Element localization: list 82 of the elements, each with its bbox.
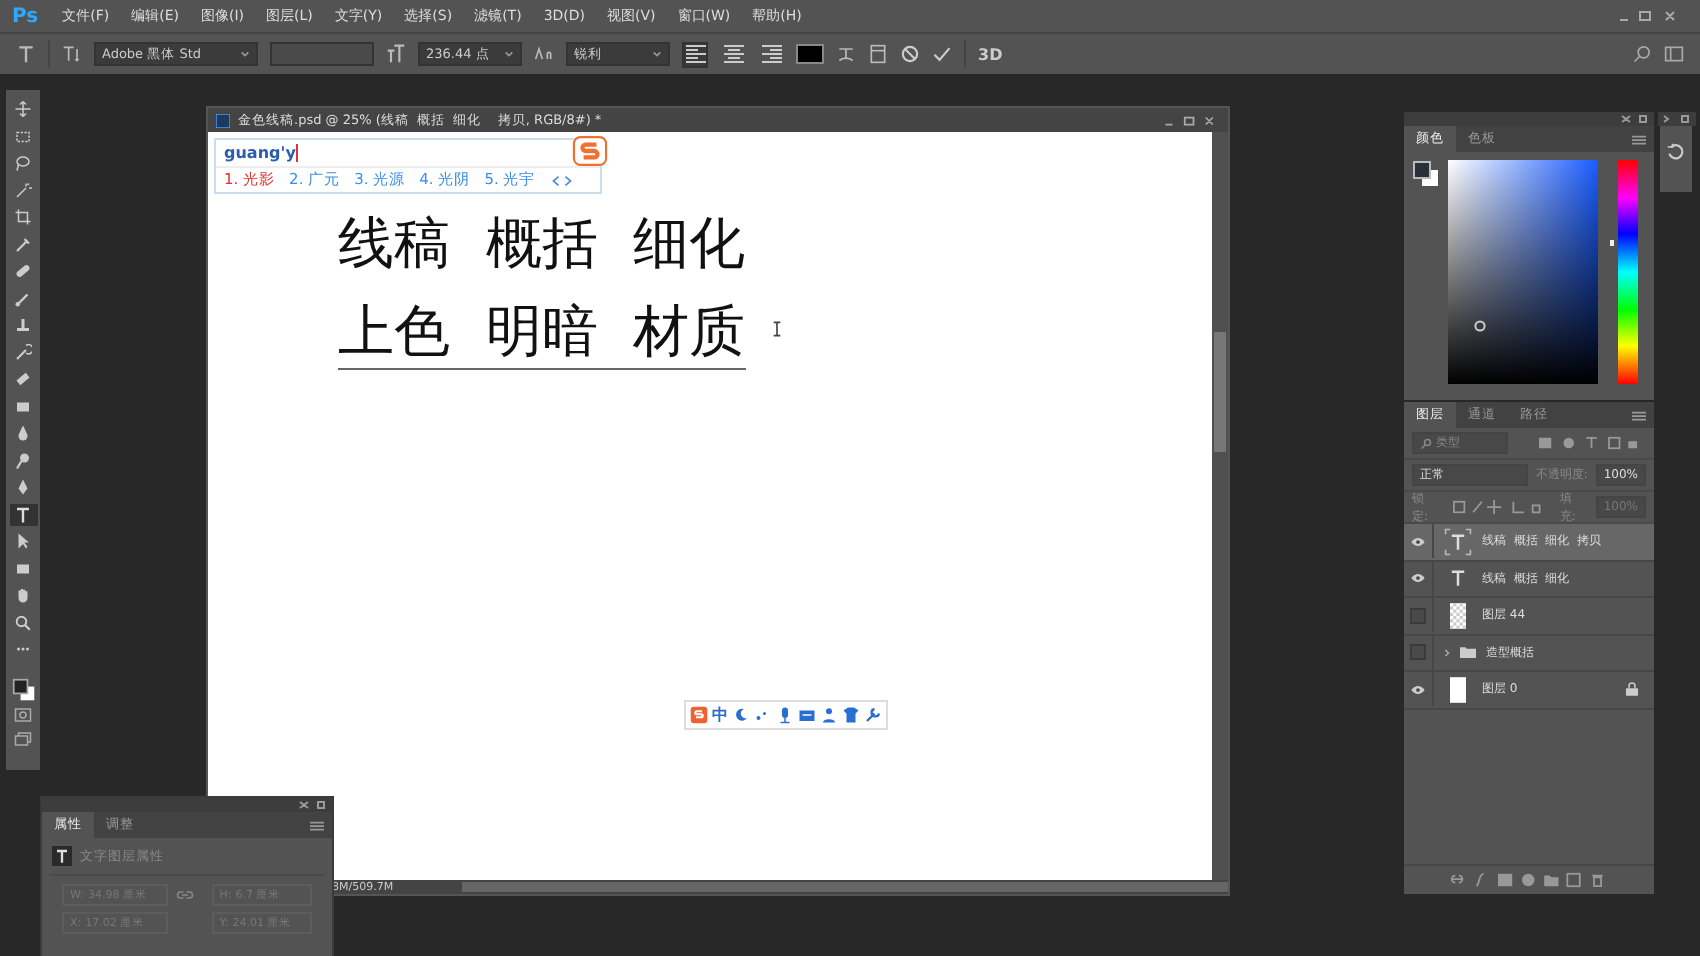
panel-menu-icon[interactable] [1632, 409, 1646, 421]
microphone-icon[interactable] [776, 706, 794, 724]
panel-controls-icon[interactable] [1661, 114, 1689, 124]
ime-mode-toggle[interactable]: 中 [712, 704, 728, 726]
panel-menu-icon[interactable] [1632, 133, 1646, 145]
text-orientation-icon[interactable] [62, 44, 82, 64]
caret-icon[interactable] [504, 50, 514, 58]
history-icon[interactable] [1666, 142, 1686, 162]
vertical-scrollbar[interactable] [1212, 132, 1228, 880]
panel-icon[interactable] [868, 44, 888, 64]
canvas-text: 线稿 概括 细化 [338, 208, 746, 280]
marquee-tool-icon[interactable] [14, 127, 32, 145]
shape-tool-icon[interactable] [14, 559, 32, 577]
align-left-button[interactable] [682, 41, 708, 67]
wand-tool-icon[interactable] [14, 181, 32, 199]
page-arrows-icon[interactable] [549, 173, 574, 187]
quick-mask-icon[interactable] [14, 706, 32, 724]
color-picker-ring[interactable] [1474, 320, 1486, 332]
layer-thumbnail [1450, 675, 1466, 704]
panel-menu-icon[interactable] [310, 819, 324, 831]
horizontal-scrollbar[interactable] [461, 882, 1228, 892]
screen-mode-icon[interactable] [14, 729, 32, 747]
checker-thumbnail [1450, 601, 1466, 630]
text-layer-thumbnail [1444, 527, 1472, 556]
tool-slot[interactable] [9, 503, 37, 525]
eraser-tool-icon[interactable] [14, 370, 32, 388]
search-icon [1420, 437, 1432, 449]
search-icon[interactable] [1632, 44, 1652, 64]
text-layer-icon [52, 846, 72, 866]
commit-check-icon[interactable] [932, 44, 952, 64]
shirt-icon[interactable] [842, 706, 860, 724]
visibility-toggle[interactable] [1410, 607, 1426, 624]
hand-tool-icon[interactable] [14, 586, 32, 604]
moon-icon[interactable] [732, 706, 750, 724]
align-center-button[interactable] [720, 41, 746, 67]
color-field[interactable] [1448, 160, 1598, 384]
foreground-background-swatch[interactable] [1412, 160, 1440, 188]
folder-icon [1460, 646, 1476, 659]
ime-input-text: guang'y [224, 144, 296, 162]
type-tool-icon[interactable] [14, 505, 32, 523]
panel-controls-icon[interactable] [298, 800, 326, 810]
text-color-swatch[interactable] [796, 44, 824, 64]
stamp-tool-icon[interactable] [14, 316, 32, 334]
history-tool-icon[interactable] [14, 343, 32, 361]
move-tool-icon[interactable] [14, 100, 32, 118]
eye-icon[interactable] [1410, 535, 1426, 548]
punctuation-icon[interactable] [754, 706, 772, 724]
ime-logo-icon[interactable] [690, 706, 708, 724]
caret-icon[interactable] [240, 50, 250, 58]
text-cursor-icon [772, 320, 782, 338]
type-tool-icon[interactable] [16, 44, 36, 64]
pen-tool-icon[interactable] [14, 478, 32, 496]
gradient-tool-icon[interactable] [14, 397, 32, 415]
workspace-icon[interactable] [1664, 44, 1684, 64]
canvas-text: 上色 明暗 材质 [338, 296, 746, 370]
lock-options-icons[interactable] [1447, 500, 1544, 514]
heal-tool-icon[interactable] [14, 262, 32, 280]
wrench-icon[interactable] [864, 706, 882, 724]
panel-controls-icon[interactable] [1620, 114, 1648, 124]
person-icon[interactable] [820, 706, 838, 724]
crop-tool-icon[interactable] [14, 208, 32, 226]
eye-icon[interactable] [1410, 572, 1426, 585]
align-right-button[interactable] [758, 41, 784, 67]
brush-tool-icon[interactable] [14, 289, 32, 307]
color-swatches-icon[interactable] [11, 677, 35, 701]
eyedropper-tool-icon[interactable] [14, 235, 32, 253]
blur-tool-icon[interactable] [14, 424, 32, 442]
antialias-icon[interactable] [534, 44, 554, 64]
3d-mode-button[interactable]: 3D [978, 45, 1003, 63]
dodge-tool-icon[interactable] [14, 451, 32, 469]
cancel-icon[interactable] [900, 44, 920, 64]
font-size-icon[interactable] [386, 44, 406, 64]
eye-icon[interactable] [1410, 683, 1426, 696]
keyboard-icon[interactable] [798, 706, 816, 724]
lasso-tool-icon[interactable] [14, 154, 32, 172]
document-icon [216, 113, 230, 127]
zoom-tool-icon[interactable] [14, 613, 32, 631]
select-tool-icon[interactable] [14, 532, 32, 550]
visibility-toggle[interactable] [1410, 644, 1426, 661]
app-logo[interactable]: Ps [12, 5, 39, 27]
caret-icon[interactable] [652, 50, 662, 58]
warp-text-icon[interactable] [836, 44, 856, 64]
